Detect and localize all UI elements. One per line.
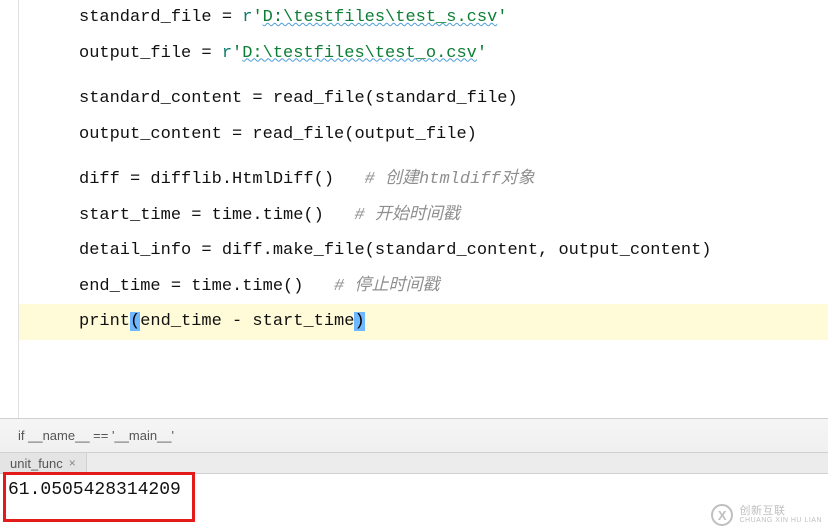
tab-unit-func[interactable]: unit_func × <box>0 453 87 473</box>
code-line[interactable]: detail_info = diff.make_file(standard_co… <box>19 233 828 269</box>
code-text: output_file = <box>79 44 222 63</box>
comment: # 创建htmldiff对象 <box>365 170 535 189</box>
breadcrumb[interactable]: if __name__ == '__main__' <box>0 418 828 452</box>
watermark-logo-icon: X <box>711 504 733 526</box>
string-quote: ' <box>252 8 262 27</box>
code-line[interactable]: standard_file = r'D:\testfiles\test_s.cs… <box>19 0 828 36</box>
code-line[interactable]: standard_content = read_file(standard_fi… <box>19 81 828 117</box>
close-icon[interactable]: × <box>69 456 76 470</box>
code-line[interactable]: end_time = time.time() # 停止时间戳 <box>19 269 828 305</box>
code-text: output_content = read_file(output_file) <box>79 125 477 144</box>
string-quote: ' <box>232 44 242 63</box>
output-value: 61.0505428314209 <box>8 480 181 500</box>
run-tabs: unit_func × <box>0 452 828 474</box>
code-line[interactable]: diff = difflib.HtmlDiff() # 创建htmldiff对象 <box>19 162 828 198</box>
watermark-subtext: CHUANG XIN HU LIAN <box>739 517 822 525</box>
code-text: standard_content = read_file(standard_fi… <box>79 89 518 108</box>
file-path: D:\testfiles\test_o.csv <box>242 44 477 63</box>
code-text: start_time = time.time() <box>79 206 354 225</box>
selection: ) <box>354 312 364 331</box>
string-quote: ' <box>477 44 487 63</box>
file-path: D:\testfiles\test_s.csv <box>263 8 498 27</box>
selection: ( <box>130 312 140 331</box>
code-line[interactable]: output_file = r'D:\testfiles\test_o.csv' <box>19 36 828 72</box>
raw-prefix: r <box>242 8 252 27</box>
code-text: end_time = time.time() <box>79 277 334 296</box>
watermark-text: 创新互联 <box>739 505 822 517</box>
code-line[interactable]: start_time = time.time() # 开始时间戳 <box>19 198 828 234</box>
console-output[interactable]: 61.0505428314209 <box>0 474 828 532</box>
code-text: print <box>79 312 130 331</box>
code-text: diff = difflib.HtmlDiff() <box>79 170 365 189</box>
code-text: end_time - start_time <box>140 312 354 331</box>
comment: # 停止时间戳 <box>334 277 439 296</box>
code-line[interactable]: output_content = read_file(output_file) <box>19 117 828 153</box>
breadcrumb-label: if __name__ == '__main__' <box>18 428 174 443</box>
comment: # 开始时间戳 <box>354 206 459 225</box>
tab-label: unit_func <box>10 456 63 471</box>
code-line[interactable] <box>19 152 828 162</box>
code-line-highlighted[interactable]: print(end_time - start_time) <box>19 304 828 340</box>
code-line[interactable] <box>19 71 828 81</box>
code-editor[interactable]: standard_file = r'D:\testfiles\test_s.cs… <box>18 0 828 420</box>
code-text: detail_info = diff.make_file(standard_co… <box>79 241 712 260</box>
watermark: X 创新互联 CHUANG XIN HU LIAN <box>711 504 822 526</box>
raw-prefix: r <box>222 44 232 63</box>
string-quote: ' <box>497 8 507 27</box>
code-text: standard_file = <box>79 8 242 27</box>
